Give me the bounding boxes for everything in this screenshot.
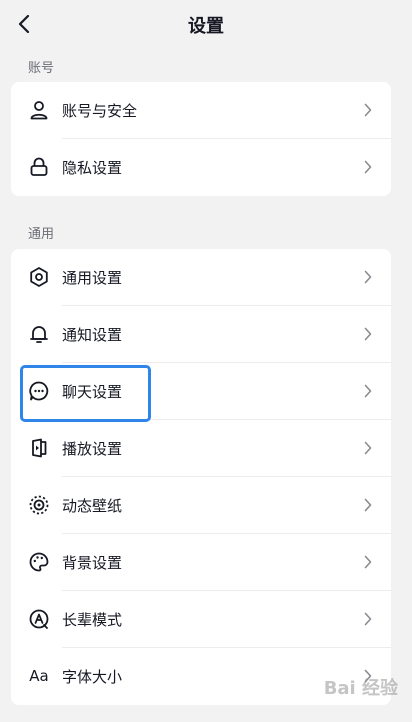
row-general-settings[interactable]: 通用设置 [11,249,391,306]
elder-mode-icon [28,608,50,630]
dynamic-wallpaper-icon [28,494,50,516]
user-icon [28,99,50,121]
row-label: 播放设置 [62,440,123,458]
general-card: 通用设置 通知设置 聊天设置 播放设置 动态壁纸 背景设置 长辈模式 Aa 字体… [11,249,391,705]
highlight-box [20,365,151,422]
chevron-right-icon [361,554,375,570]
chevron-right-icon [361,326,375,342]
row-label: 账号与安全 [62,102,138,120]
row-privacy-settings[interactable]: 隐私设置 [11,139,391,196]
chevron-right-icon [361,497,375,513]
row-notification-settings[interactable]: 通知设置 [11,306,391,363]
row-elder-mode[interactable]: 长辈模式 [11,591,391,648]
row-label: 通用设置 [62,269,123,287]
section-label-general: 通用 [28,227,55,242]
watermark: Bai 经验 [323,678,398,699]
row-label: 隐私设置 [62,159,123,177]
chevron-right-icon [361,440,375,456]
bell-icon [28,323,50,345]
font-size-icon: Aa [29,667,49,685]
play-icon [28,437,50,459]
row-playback-settings[interactable]: 播放设置 [11,420,391,477]
row-account-security[interactable]: 账号与安全 [11,82,391,139]
row-label: 背景设置 [62,554,123,572]
lock-icon [28,156,50,178]
palette-icon [28,551,50,573]
row-background-settings[interactable]: 背景设置 [11,534,391,591]
row-label: 通知设置 [62,326,123,344]
chevron-right-icon [361,611,375,627]
chevron-right-icon [361,102,375,118]
chevron-right-icon [361,159,375,175]
row-label: 字体大小 [62,668,123,686]
account-card: 账号与安全 隐私设置 [11,82,391,196]
row-label: 长辈模式 [62,611,123,629]
gear-icon [28,266,50,288]
row-label: 动态壁纸 [62,497,123,515]
section-label-account: 账号 [28,61,55,76]
header: 设置 [0,0,412,48]
page-title: 设置 [188,16,224,37]
row-dynamic-wallpaper[interactable]: 动态壁纸 [11,477,391,534]
chevron-right-icon [361,383,375,399]
chevron-right-icon [361,269,375,285]
